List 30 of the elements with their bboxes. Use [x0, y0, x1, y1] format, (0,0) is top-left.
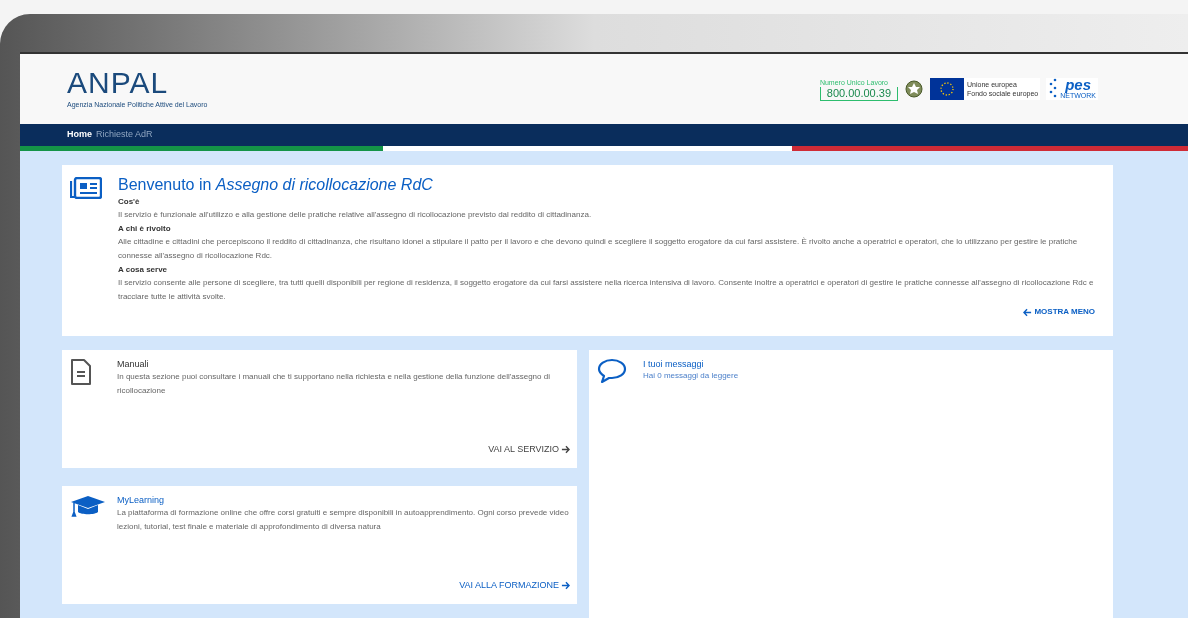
section-text: Alle cittadine e cittadini che percepiscono il reddito di cittadinanza, che risultano idonei a stipulare il patto per il lavoro e che devono quindi e scegliere il soggetto erogatore da cui farsi assistere. È rivolto anche a operatrici e operatori, che lo utilizzano per gestire le pratiche connesse all'assegno di ricollocazione Rdc.: [118, 236, 1079, 262]
speech-bubble-icon: [597, 358, 627, 384]
hotline-number: 800.00.00.39: [819, 86, 898, 101]
nav-link[interactable]: Richieste AdR: [96, 128, 153, 142]
document-icon: [70, 359, 92, 386]
graduation-cap-icon: [70, 495, 106, 517]
welcome-title: Benvenuto in Assegno di ricollocazione RdC: [118, 175, 434, 195]
arrow-left-icon: [1023, 307, 1033, 317]
messages-title[interactable]: I tuoi messaggi: [643, 358, 739, 370]
messages-count: Hai 0 messaggi da leggere: [643, 370, 739, 382]
pes-logo: pes: [1065, 78, 1092, 92]
card-link[interactable]: VAI ALLA FORMAZIONE: [459, 578, 570, 592]
card-text: La piattaforma di formazione online che offre corsi gratuiti e sempre disponibili in autoapprendimento. Ogni corso prevede video lezioni, tutorial, test finale e materiale di approfondimento di diversa natura: [117, 507, 570, 533]
section-heading: A cosa serve: [118, 264, 169, 276]
section-text: Il servizio consente alle persone di scegliere, tra tutti quelli disponibili per regione di residenza, il soggetto erogatore da cui farsi assistere nella ricerca intensiva di lavoro. Consente inoltre a operatrici e operatori di gestire le pratiche connesse all'assegno di ricollocazione Rdc e tracciare tutte le attività svolte.: [118, 277, 1095, 303]
card-title: MyLearning: [117, 494, 166, 506]
section-text: Il servizio è funzionale all'utilizzo e alla gestione delle pratiche relative all'assegno di ricollocazione previsto dal reddito di cittadinanza.: [118, 209, 593, 221]
nav-link[interactable]: Home: [67, 128, 92, 142]
section-heading: A chi è rivolto: [118, 223, 172, 235]
card-text: In questa sezione puoi consultare i manuali che ti supportano nella richiesta e nella gestione della funzione dell'assegno di ricollocazione: [117, 371, 551, 397]
arrow-right-icon: [561, 580, 570, 590]
card-link[interactable]: VAI AL SERVIZIO: [488, 442, 570, 456]
newspaper-icon: [70, 177, 102, 199]
emblem-icon: [904, 79, 924, 99]
eu-flag-icon: [930, 78, 964, 100]
arrow-right-icon: [561, 444, 570, 454]
stars-icon: [1048, 78, 1059, 100]
card-title: Manuali: [117, 358, 150, 370]
section-heading: Cos'è: [118, 196, 141, 208]
show-less-link[interactable]: MOSTRA MENO: [1023, 306, 1095, 318]
